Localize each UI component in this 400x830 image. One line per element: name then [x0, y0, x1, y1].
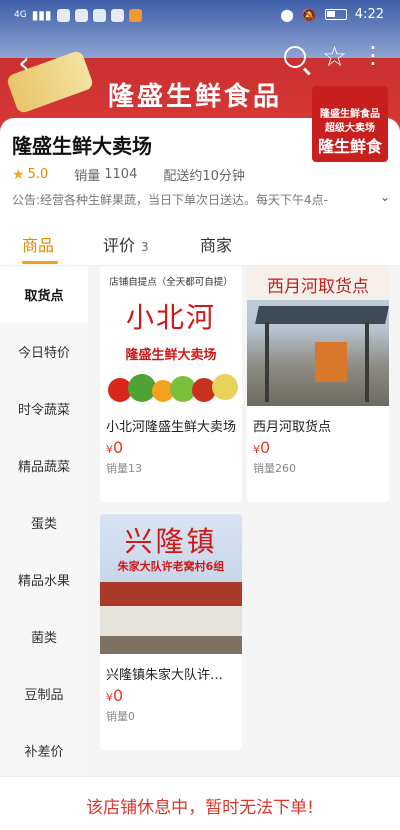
pillar-graphic [365, 322, 369, 402]
status-right: ⬤ 🔕 4:22 [280, 7, 384, 22]
store-notice[interactable]: 公告:经营各种生鲜果蔬，当日下单次日送达。每天下午4点- [12, 191, 380, 208]
star-icon: ★ [12, 166, 25, 183]
clock: 4:22 [354, 7, 384, 22]
tab-merchant[interactable]: 商家 [200, 232, 232, 256]
price-value: 0 [260, 438, 271, 457]
house-roof-graphic [100, 582, 242, 606]
tab-bar: 商品 评价 3 商家 [0, 218, 400, 266]
image-headline: 兴隆镇 [124, 525, 218, 558]
delivery-time: 配送约10分钟 [163, 169, 245, 184]
store-name: 隆盛生鲜大卖场 [12, 134, 152, 158]
price-value: 0 [113, 438, 124, 457]
image-subtitle: 隆盛生鲜大卖场 [125, 348, 217, 363]
sidebar-item-mushrooms[interactable]: 菌类 [0, 608, 88, 665]
store-rating: 5.0 [27, 167, 49, 182]
product-grid: 店铺自提点（全天都可自提） 小北河 隆盛生鲜大卖场 小北河隆盛生鲜大卖场 ¥0 … [88, 266, 400, 776]
store-logo: 隆盛生鲜食品 超级大卖场 隆生鲜食 [312, 86, 388, 162]
app-notification-icon [56, 8, 70, 22]
mute-icon: 🔕 [301, 7, 317, 22]
sidebar-item-specials[interactable]: 今日特价 [0, 323, 88, 380]
more-options-icon[interactable]: · · · [368, 36, 378, 76]
review-count: 3 [141, 240, 149, 254]
app-notification-icon [128, 8, 142, 22]
active-tab-indicator [22, 261, 58, 264]
search-icon[interactable] [284, 46, 306, 68]
product-card[interactable]: 店铺自提点（全天都可自提） 小北河 隆盛生鲜大卖场 小北河隆盛生鲜大卖场 ¥0 … [100, 266, 242, 502]
favorite-star-icon[interactable]: ☆ [322, 40, 347, 73]
product-image: 兴隆镇 朱家大队许老窝村6组 [100, 514, 242, 654]
app-notification-icon [92, 8, 106, 22]
product-price: ¥0 [106, 686, 123, 705]
status-bar: 4G ▮▮▮ ⬤ 🔕 4:22 [0, 0, 400, 32]
location-icon: ⬤ [280, 7, 294, 22]
product-image: 店铺自提点（全天都可自提） 小北河 隆盛生鲜大卖场 [100, 266, 242, 406]
pillar-graphic [265, 322, 269, 402]
signal-icon: ▮▮▮ [31, 8, 52, 22]
app-notification-icon [74, 8, 88, 22]
product-title: 西月河取货点 [253, 420, 332, 435]
tab-label: 商品 [22, 236, 55, 255]
image-headline: 小北河 [125, 301, 216, 334]
product-title: 兴隆镇朱家大队许老窝村6组 [106, 668, 236, 683]
sidebar-item-premium-veg[interactable]: 精品蔬菜 [0, 437, 88, 494]
ground-graphic [100, 636, 242, 654]
vegetable-graphic [212, 374, 238, 400]
banner-text: 隆盛生鲜食品 [108, 82, 283, 112]
store-logo-line3: 隆生鲜食 [317, 137, 382, 156]
battery-icon [324, 9, 347, 20]
product-card[interactable]: 西月河取货点 西月河取货点 ¥0 销量260 [247, 266, 389, 502]
store-logo-line2: 超级大卖场 [325, 123, 375, 134]
sales-label: 销量 [74, 169, 101, 184]
sidebar-item-tofu[interactable]: 豆制品 [0, 665, 88, 722]
product-card[interactable]: 兴隆镇 朱家大队许老窝村6组 兴隆镇朱家大队许老窝村6组 ¥0 销量0 [100, 514, 242, 750]
currency-symbol: ¥ [106, 691, 113, 704]
product-sales: 销量0 [106, 710, 135, 723]
status-left: 4G ▮▮▮ [14, 8, 142, 22]
sidebar-item-seasonal-veg[interactable]: 时令蔬菜 [0, 380, 88, 437]
sidebar-item-fruit[interactable]: 精品水果 [0, 551, 88, 608]
currency-symbol: ¥ [253, 443, 260, 456]
price-value: 0 [113, 686, 124, 705]
house-wall-graphic [100, 606, 242, 636]
store-logo-line1: 隆盛生鲜食品 [320, 109, 380, 120]
tab-products[interactable]: 商品 [22, 232, 54, 256]
image-subtitle: 朱家大队许老窝村6组 [117, 560, 225, 573]
network-indicator: 4G [14, 10, 27, 20]
sidebar-item-pickup[interactable]: 取货点 [0, 266, 88, 323]
tab-label: 评价 [103, 236, 136, 255]
sidebar-item-eggs[interactable]: 蛋类 [0, 494, 88, 551]
store-closed-notice: 该店铺休息中，暂时无法下单! [0, 776, 400, 830]
chevron-down-icon[interactable]: ⌄ [380, 190, 390, 204]
image-caption: 店铺自提点（全天都可自提） [109, 277, 233, 288]
sidebar-item-price-diff[interactable]: 补差价 [0, 722, 88, 779]
tab-label: 商家 [200, 236, 233, 255]
store-meta: ★ 5.0 销量 1104 配送约10分钟 [12, 165, 245, 185]
back-icon[interactable]: ‹ [18, 46, 30, 81]
product-sales: 销量260 [253, 462, 296, 475]
product-price: ¥0 [106, 438, 123, 457]
category-sidebar: 取货点 今日特价 时令蔬菜 精品蔬菜 蛋类 精品水果 菌类 豆制品 补差价 [0, 266, 88, 776]
image-headline: 西月河取货点 [247, 266, 389, 300]
sales-value: 1104 [104, 167, 138, 182]
product-price: ¥0 [253, 438, 270, 457]
truck-graphic [315, 342, 347, 382]
product-title: 小北河隆盛生鲜大卖场 [106, 420, 236, 435]
product-image: 西月河取货点 [247, 266, 389, 406]
currency-symbol: ¥ [106, 443, 113, 456]
product-sales: 销量13 [106, 462, 142, 475]
app-notification-icon [110, 8, 124, 22]
tab-reviews[interactable]: 评价 3 [103, 232, 149, 256]
